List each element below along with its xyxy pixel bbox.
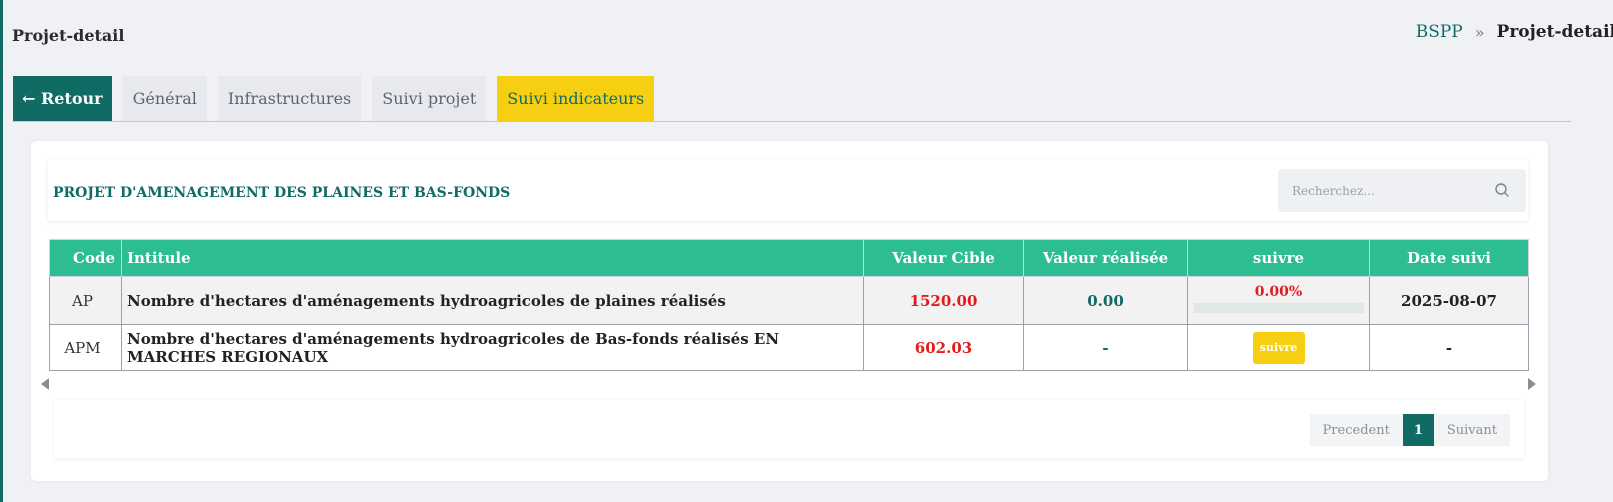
column-header-intitule: Intitule xyxy=(121,239,864,277)
cell-valeur-realisee: - xyxy=(1023,324,1188,371)
column-header-suivre: suivre xyxy=(1187,239,1370,277)
column-header-code: Code xyxy=(49,239,122,277)
cell-intitule: Nombre d'hectares d'aménagements hydroag… xyxy=(121,276,864,325)
pagination: Precedent 1 Suivant xyxy=(1309,414,1510,446)
page-title: Projet-detail xyxy=(12,26,125,45)
breadcrumb-root-link[interactable]: BSPP xyxy=(1416,22,1463,42)
search-input[interactable] xyxy=(1278,169,1526,212)
tab-bar: ← Retour Général Infrastructures Suivi p… xyxy=(13,76,1571,122)
progress-bar xyxy=(1193,303,1364,313)
column-header-valeur-cible: Valeur Cible xyxy=(863,239,1024,277)
breadcrumb: BSPP » Projet-detail xyxy=(1416,22,1613,42)
back-button[interactable]: ← Retour xyxy=(13,76,112,121)
pagination-container: Precedent 1 Suivant xyxy=(54,400,1524,458)
cell-suivre-action: suivre xyxy=(1187,324,1370,371)
table-row: APM Nombre d'hectares d'aménagements hyd… xyxy=(49,324,1529,371)
cell-valeur-cible: 602.03 xyxy=(863,324,1024,371)
table-row: AP Nombre d'hectares d'aménagements hydr… xyxy=(49,276,1529,325)
project-title: PROJET D'AMENAGEMENT DES PLAINES ET BAS-… xyxy=(53,185,511,201)
tab-infrastructures[interactable]: Infrastructures xyxy=(217,76,362,121)
indicators-table: Code Intitule Valeur Cible Valeur réalis… xyxy=(49,239,1529,371)
cell-code: AP xyxy=(49,276,122,325)
page-1-button[interactable]: 1 xyxy=(1402,414,1434,446)
search-icon[interactable] xyxy=(1494,182,1510,198)
left-rail xyxy=(0,0,3,502)
breadcrumb-separator-icon: » xyxy=(1474,22,1485,42)
cell-valeur-realisee: 0.00 xyxy=(1023,276,1188,325)
page-header: Projet-detail BSPP » Projet-detail xyxy=(12,20,1613,52)
tab-suivi-projet[interactable]: Suivi projet xyxy=(372,76,487,121)
suivre-button[interactable]: suivre xyxy=(1252,331,1305,364)
column-header-valeur-realisee: Valeur réalisée xyxy=(1023,239,1188,277)
next-page-button[interactable]: Suivant xyxy=(1433,414,1510,446)
cell-date-suivi: - xyxy=(1369,324,1529,371)
progress-percent: 0.00% xyxy=(1254,284,1303,300)
cell-intitule: Nombre d'hectares d'aménagements hydroag… xyxy=(121,324,864,371)
card-header: PROJET D'AMENAGEMENT DES PLAINES ET BAS-… xyxy=(48,159,1528,221)
cell-date-suivi: 2025-08-07 xyxy=(1369,276,1529,325)
indicators-card: PROJET D'AMENAGEMENT DES PLAINES ET BAS-… xyxy=(31,141,1548,481)
scroll-right-arrow-icon[interactable] xyxy=(1528,378,1536,390)
tab-suivi-indicateurs[interactable]: Suivi indicateurs xyxy=(497,76,655,121)
scroll-left-arrow-icon[interactable] xyxy=(41,378,49,390)
cell-code: APM xyxy=(49,324,122,371)
column-header-date-suivi: Date suivi xyxy=(1369,239,1529,277)
tab-general[interactable]: Général xyxy=(122,76,207,121)
cell-valeur-cible: 1520.00 xyxy=(863,276,1024,325)
cell-suivre-progress: 0.00% xyxy=(1187,276,1370,325)
search-box xyxy=(1278,169,1526,212)
previous-page-button[interactable]: Precedent xyxy=(1309,414,1403,446)
breadcrumb-current: Projet-detail xyxy=(1496,22,1613,42)
table-header-row: Code Intitule Valeur Cible Valeur réalis… xyxy=(49,239,1529,277)
